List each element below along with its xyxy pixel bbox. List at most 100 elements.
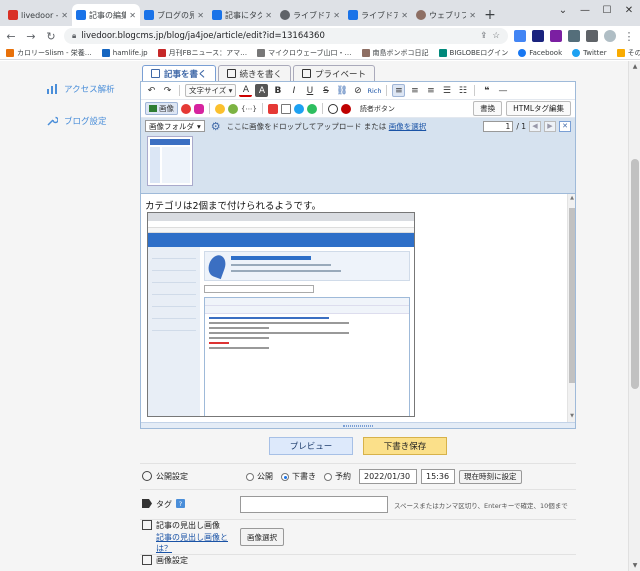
text-color-icon[interactable]: A (239, 84, 253, 97)
editor-scrollbar[interactable]: ▲ ▼ (567, 194, 575, 422)
scroll-down-icon[interactable]: ▼ (568, 413, 576, 421)
menu-icon[interactable]: ⋮ (622, 29, 636, 43)
bookmark-item[interactable]: Twitter (572, 48, 607, 57)
share-icon[interactable]: ⇪ (480, 31, 487, 41)
gear-icon[interactable]: ⚙ (211, 120, 221, 133)
youtube-icon[interactable] (267, 103, 278, 114)
bookmark-item[interactable]: hamlife.jp (101, 48, 148, 57)
close-icon[interactable]: ✕ (401, 11, 408, 20)
set-current-time-button[interactable]: 現在時刻に設定 (459, 469, 522, 484)
star-icon[interactable]: ☆ (492, 31, 500, 41)
scroll-up-icon[interactable]: ▲ (631, 63, 639, 70)
uploaded-image-thumbnail[interactable] (147, 136, 193, 186)
close-icon[interactable]: ✕ (197, 11, 204, 20)
prev-page-icon[interactable]: ◀ (529, 120, 541, 132)
help-icon[interactable]: ? (176, 499, 185, 508)
sidebar-item-access-analysis[interactable]: アクセス解析 (36, 75, 138, 103)
close-icon[interactable]: ✕ (265, 11, 272, 20)
extension-icon[interactable] (532, 30, 544, 42)
bookmark-item[interactable]: 月刊FBニュース：アマ… (157, 48, 247, 58)
tab-continue[interactable]: 続きを書く (217, 65, 292, 81)
align-center-icon[interactable]: ≡ (408, 84, 421, 97)
preview-button[interactable]: プレビュー (269, 437, 353, 455)
page-scrollbar[interactable]: ▲ ▼ (628, 61, 640, 571)
italic-icon[interactable]: I (287, 84, 300, 97)
browser-tab[interactable]: livedoor - ✕ (4, 4, 72, 26)
page-scrollbar-thumb[interactable] (631, 159, 639, 389)
select-image-button[interactable]: 画像選択 (240, 528, 284, 546)
heading-image-help-link[interactable]: 記事の見出し画像とは？ (156, 532, 240, 554)
radio-draft[interactable]: 下書き (281, 471, 316, 482)
align-left-icon[interactable]: ≡ (392, 84, 406, 97)
evernote-icon[interactable] (306, 103, 317, 114)
image-upload-panel[interactable]: 画像フォルダ ▾ ⚙ ここに画像をドロップしてアップロード または 画像を選択 1… (141, 118, 575, 194)
bullet-list-icon[interactable]: ☰ (440, 84, 453, 97)
chevron-down-icon[interactable]: ⌄ (552, 0, 574, 20)
extension-icon[interactable] (568, 30, 580, 42)
reload-icon[interactable]: ↻ (44, 29, 58, 43)
redo-icon[interactable]: ↷ (161, 84, 174, 97)
unlink-icon[interactable]: ⊘ (351, 84, 364, 97)
rewrite-button[interactable]: 書換 (473, 101, 503, 116)
back-icon[interactable]: ← (4, 29, 18, 43)
calendar-icon[interactable] (280, 103, 291, 114)
quote-icon[interactable]: ❝ (480, 84, 493, 97)
amazon-icon[interactable] (327, 103, 338, 114)
next-page-icon[interactable]: ▶ (544, 120, 556, 132)
close-icon[interactable]: ✕ (333, 11, 340, 20)
article-body-editor[interactable]: カテゴリは2個まで付けられるようです。 ▲ ▼ (141, 194, 575, 422)
bookmark-item[interactable]: BIGLOBEログイン (438, 48, 508, 58)
close-window-icon[interactable]: ✕ (618, 0, 640, 20)
bg-color-icon[interactable]: A (255, 84, 269, 97)
link-icon[interactable]: ⛓ (335, 84, 348, 97)
close-icon[interactable]: ✕ (61, 11, 68, 20)
align-right-icon[interactable]: ≡ (424, 84, 437, 97)
minimize-icon[interactable]: — (574, 0, 596, 20)
scroll-down-icon[interactable]: ▼ (631, 562, 639, 569)
browser-tab[interactable]: ライブドアブ ✕ (276, 4, 344, 26)
numbered-list-icon[interactable]: ☷ (456, 84, 469, 97)
avatar[interactable] (604, 30, 616, 42)
bookmark-item[interactable]: 南島ボンボコ日記 (361, 48, 429, 58)
rakuten-icon[interactable] (340, 103, 351, 114)
forward-icon[interactable]: → (24, 29, 38, 43)
image-button[interactable]: 画像 (145, 102, 178, 115)
publish-date-field[interactable]: 2022/01/30 (359, 469, 417, 484)
radio-public[interactable]: 公開 (246, 471, 273, 482)
scroll-up-icon[interactable]: ▲ (568, 195, 576, 203)
bookmark-item[interactable]: Facebook (518, 48, 562, 57)
tags-input[interactable] (240, 496, 388, 513)
puzzle-icon[interactable] (586, 30, 598, 42)
tab-write-article[interactable]: 記事を書く (142, 65, 216, 81)
twitter-icon[interactable] (293, 103, 304, 114)
extension-icon[interactable] (550, 30, 562, 42)
select-image-link[interactable]: 画像を選択 (389, 122, 427, 131)
tab-private[interactable]: プライベート (293, 65, 376, 81)
rich-link-icon[interactable]: Rich (367, 84, 381, 97)
close-icon[interactable]: ✕ (559, 120, 571, 132)
browser-tab[interactable]: ライブドアブ ✕ (344, 4, 412, 26)
bookmark-item[interactable]: マイクロウェーブ山口・… (257, 48, 352, 58)
undo-icon[interactable]: ↶ (145, 84, 158, 97)
html-tag-edit-button[interactable]: HTMLタグ編集 (506, 101, 571, 116)
bold-icon[interactable]: B (271, 84, 284, 97)
browser-tab-active[interactable]: 記事の編集 ✕ (72, 4, 140, 26)
horizontal-rule-icon[interactable]: — (496, 84, 509, 97)
font-size-select[interactable]: 文字サイズ ▾ (185, 84, 237, 97)
underline-icon[interactable]: U (303, 84, 316, 97)
editor-resize-handle[interactable] (141, 422, 575, 428)
sticker-icon[interactable] (228, 103, 238, 114)
maximize-icon[interactable]: ☐ (596, 0, 618, 20)
other-bookmarks[interactable]: その他のブックマーク (616, 48, 640, 58)
sidebar-item-blog-settings[interactable]: ブログ設定 (36, 107, 138, 135)
scrollbar-thumb[interactable] (569, 208, 575, 383)
emoji-icon[interactable] (215, 103, 225, 114)
radio-scheduled[interactable]: 予約 (324, 471, 351, 482)
extension-icon[interactable] (514, 30, 526, 42)
video-icon[interactable] (181, 103, 191, 114)
close-icon[interactable]: ✕ (129, 11, 136, 20)
strikethrough-icon[interactable]: S (319, 84, 332, 97)
image-folder-select[interactable]: 画像フォルダ ▾ (145, 120, 205, 132)
browser-tab[interactable]: 記事にタグを ✕ (208, 4, 276, 26)
reader-button-link[interactable]: 読者ボタン (360, 102, 395, 115)
